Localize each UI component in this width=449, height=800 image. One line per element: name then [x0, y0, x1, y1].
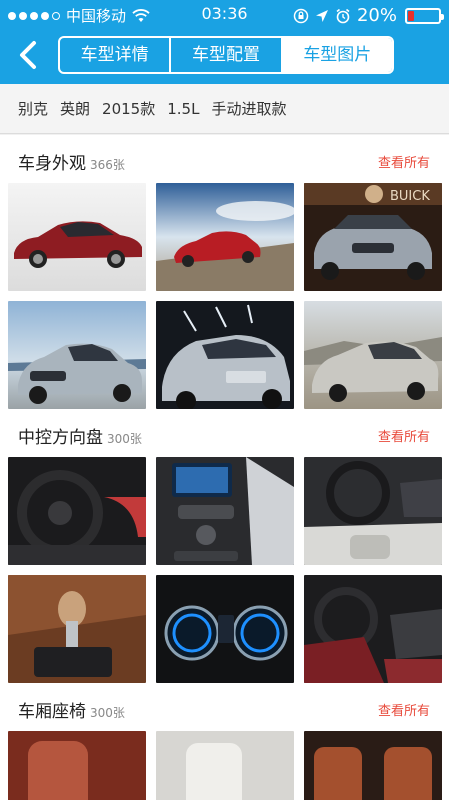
section-title: 车厢座椅 — [18, 702, 86, 722]
photo-count: 300张 — [90, 706, 125, 720]
photo-grid-exterior: BUICK — [0, 183, 449, 409]
photo-thumbnail[interactable] — [8, 575, 146, 683]
photo-thumbnail[interactable] — [304, 575, 442, 683]
photo-thumbnail[interactable]: BUICK — [304, 183, 442, 291]
view-all-link[interactable]: 查看所有 — [378, 700, 430, 719]
view-all-link[interactable]: 查看所有 — [378, 152, 430, 171]
tab-model-details[interactable]: 车型详情 — [60, 38, 172, 72]
photo-thumbnail[interactable] — [304, 731, 442, 800]
photo-thumbnail[interactable] — [156, 301, 294, 409]
tab-model-config[interactable]: 车型配置 — [171, 38, 283, 72]
battery-percent: 20% — [356, 5, 397, 26]
breadcrumb-trim: 手动进取款 — [211, 100, 287, 118]
photo-grid-seats — [0, 731, 449, 800]
app-header: 中国移动 03:36 20% 车型详情 车型配置 车型图片 — [0, 0, 449, 84]
breadcrumb: 别克 英朗 2015款 1.5L 手动进取款 — [0, 84, 449, 134]
tab-segmented-control: 车型详情 车型配置 车型图片 — [58, 36, 394, 74]
breadcrumb-year: 2015款 — [102, 100, 156, 118]
breadcrumb-series: 英朗 — [60, 100, 91, 118]
tab-model-photos[interactable]: 车型图片 — [282, 38, 392, 72]
section-header-exterior: 车身外观 366张 查看所有 — [0, 135, 449, 183]
photo-count: 366张 — [90, 158, 125, 172]
location-icon — [315, 9, 328, 22]
photo-thumbnail[interactable] — [156, 457, 294, 565]
section-header-seats: 车厢座椅 300张 查看所有 — [0, 683, 449, 731]
photo-thumbnail[interactable] — [304, 457, 442, 565]
breadcrumb-brand: 别克 — [18, 100, 49, 118]
section-header-dashboard: 中控方向盘 300张 查看所有 — [0, 409, 449, 457]
photo-grid-dashboard — [0, 457, 449, 683]
breadcrumb-engine: 1.5L — [167, 99, 200, 118]
photo-count: 300张 — [107, 432, 142, 446]
photo-gallery: 车身外观 366张 查看所有 BUICK 中控方向盘 300张 查看所有 车厢座… — [0, 135, 449, 800]
photo-thumbnail[interactable] — [156, 731, 294, 800]
photo-thumbnail[interactable] — [156, 183, 294, 291]
photo-thumbnail[interactable] — [8, 301, 146, 409]
view-all-link[interactable]: 查看所有 — [378, 426, 430, 445]
buick-sign: BUICK — [390, 189, 430, 204]
section-title: 中控方向盘 — [18, 428, 103, 448]
photo-thumbnail[interactable] — [8, 731, 146, 800]
section-title: 车身外观 — [18, 154, 86, 174]
status-bar: 中国移动 03:36 20% — [0, 0, 449, 30]
back-arrow-icon[interactable] — [14, 38, 44, 72]
photo-thumbnail[interactable] — [304, 301, 442, 409]
photo-thumbnail[interactable] — [8, 457, 146, 565]
battery-icon — [405, 7, 444, 24]
photo-thumbnail[interactable] — [8, 183, 146, 291]
rotation-lock-icon — [293, 8, 309, 23]
alarm-icon — [336, 8, 350, 23]
photo-thumbnail[interactable] — [156, 575, 294, 683]
